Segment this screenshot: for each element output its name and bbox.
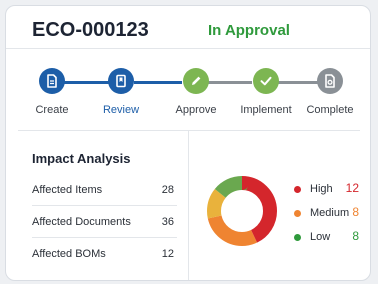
affected-documents-label: Affected Documents: [32, 216, 131, 228]
document-gear-icon: [325, 74, 335, 88]
status-label: In Approval: [208, 22, 290, 39]
affected-items-label: Affected Items: [32, 184, 103, 196]
affected-items-value: 28: [161, 184, 174, 196]
step-label-create: Create: [35, 104, 69, 116]
impact-analysis-title: Impact Analysis: [32, 151, 131, 166]
eco-id: ECO-000123: [32, 19, 149, 41]
risk-donut-chart: [207, 176, 277, 246]
legend-dot-high: [294, 186, 301, 193]
step-approve[interactable]: [183, 68, 209, 94]
legend-dot-medium: [294, 210, 301, 217]
step-implement[interactable]: [253, 68, 279, 94]
legend-value-medium: 8: [352, 205, 359, 219]
bookmark-icon: [116, 74, 126, 88]
step-create[interactable]: [39, 68, 65, 94]
section-divider: [18, 130, 360, 131]
affected-boms-value: 12: [161, 248, 174, 260]
step-label-complete: Complete: [306, 104, 354, 116]
affected-boms-label: Affected BOMs: [32, 248, 106, 260]
eco-card: ECO-000123 In Approval Create Review App…: [5, 5, 371, 281]
legend-value-high: 12: [345, 181, 359, 195]
step-complete[interactable]: [317, 68, 343, 94]
pencil-icon: [192, 76, 201, 85]
legend-label-high: High: [310, 183, 333, 195]
panel-divider: [188, 131, 189, 280]
step-label-review: Review: [102, 104, 140, 116]
row-divider: [32, 205, 177, 206]
connector-review-approve: [134, 81, 182, 84]
document-icon: [47, 74, 57, 88]
step-review[interactable]: [108, 68, 134, 94]
legend-value-low: 8: [352, 229, 359, 243]
step-label-approve: Approve: [175, 104, 217, 116]
legend-dot-low: [294, 234, 301, 241]
check-icon: [260, 76, 272, 86]
legend-label-low: Low: [310, 231, 331, 243]
row-divider: [32, 237, 177, 238]
header-divider: [6, 48, 370, 49]
affected-documents-value: 36: [161, 216, 174, 228]
